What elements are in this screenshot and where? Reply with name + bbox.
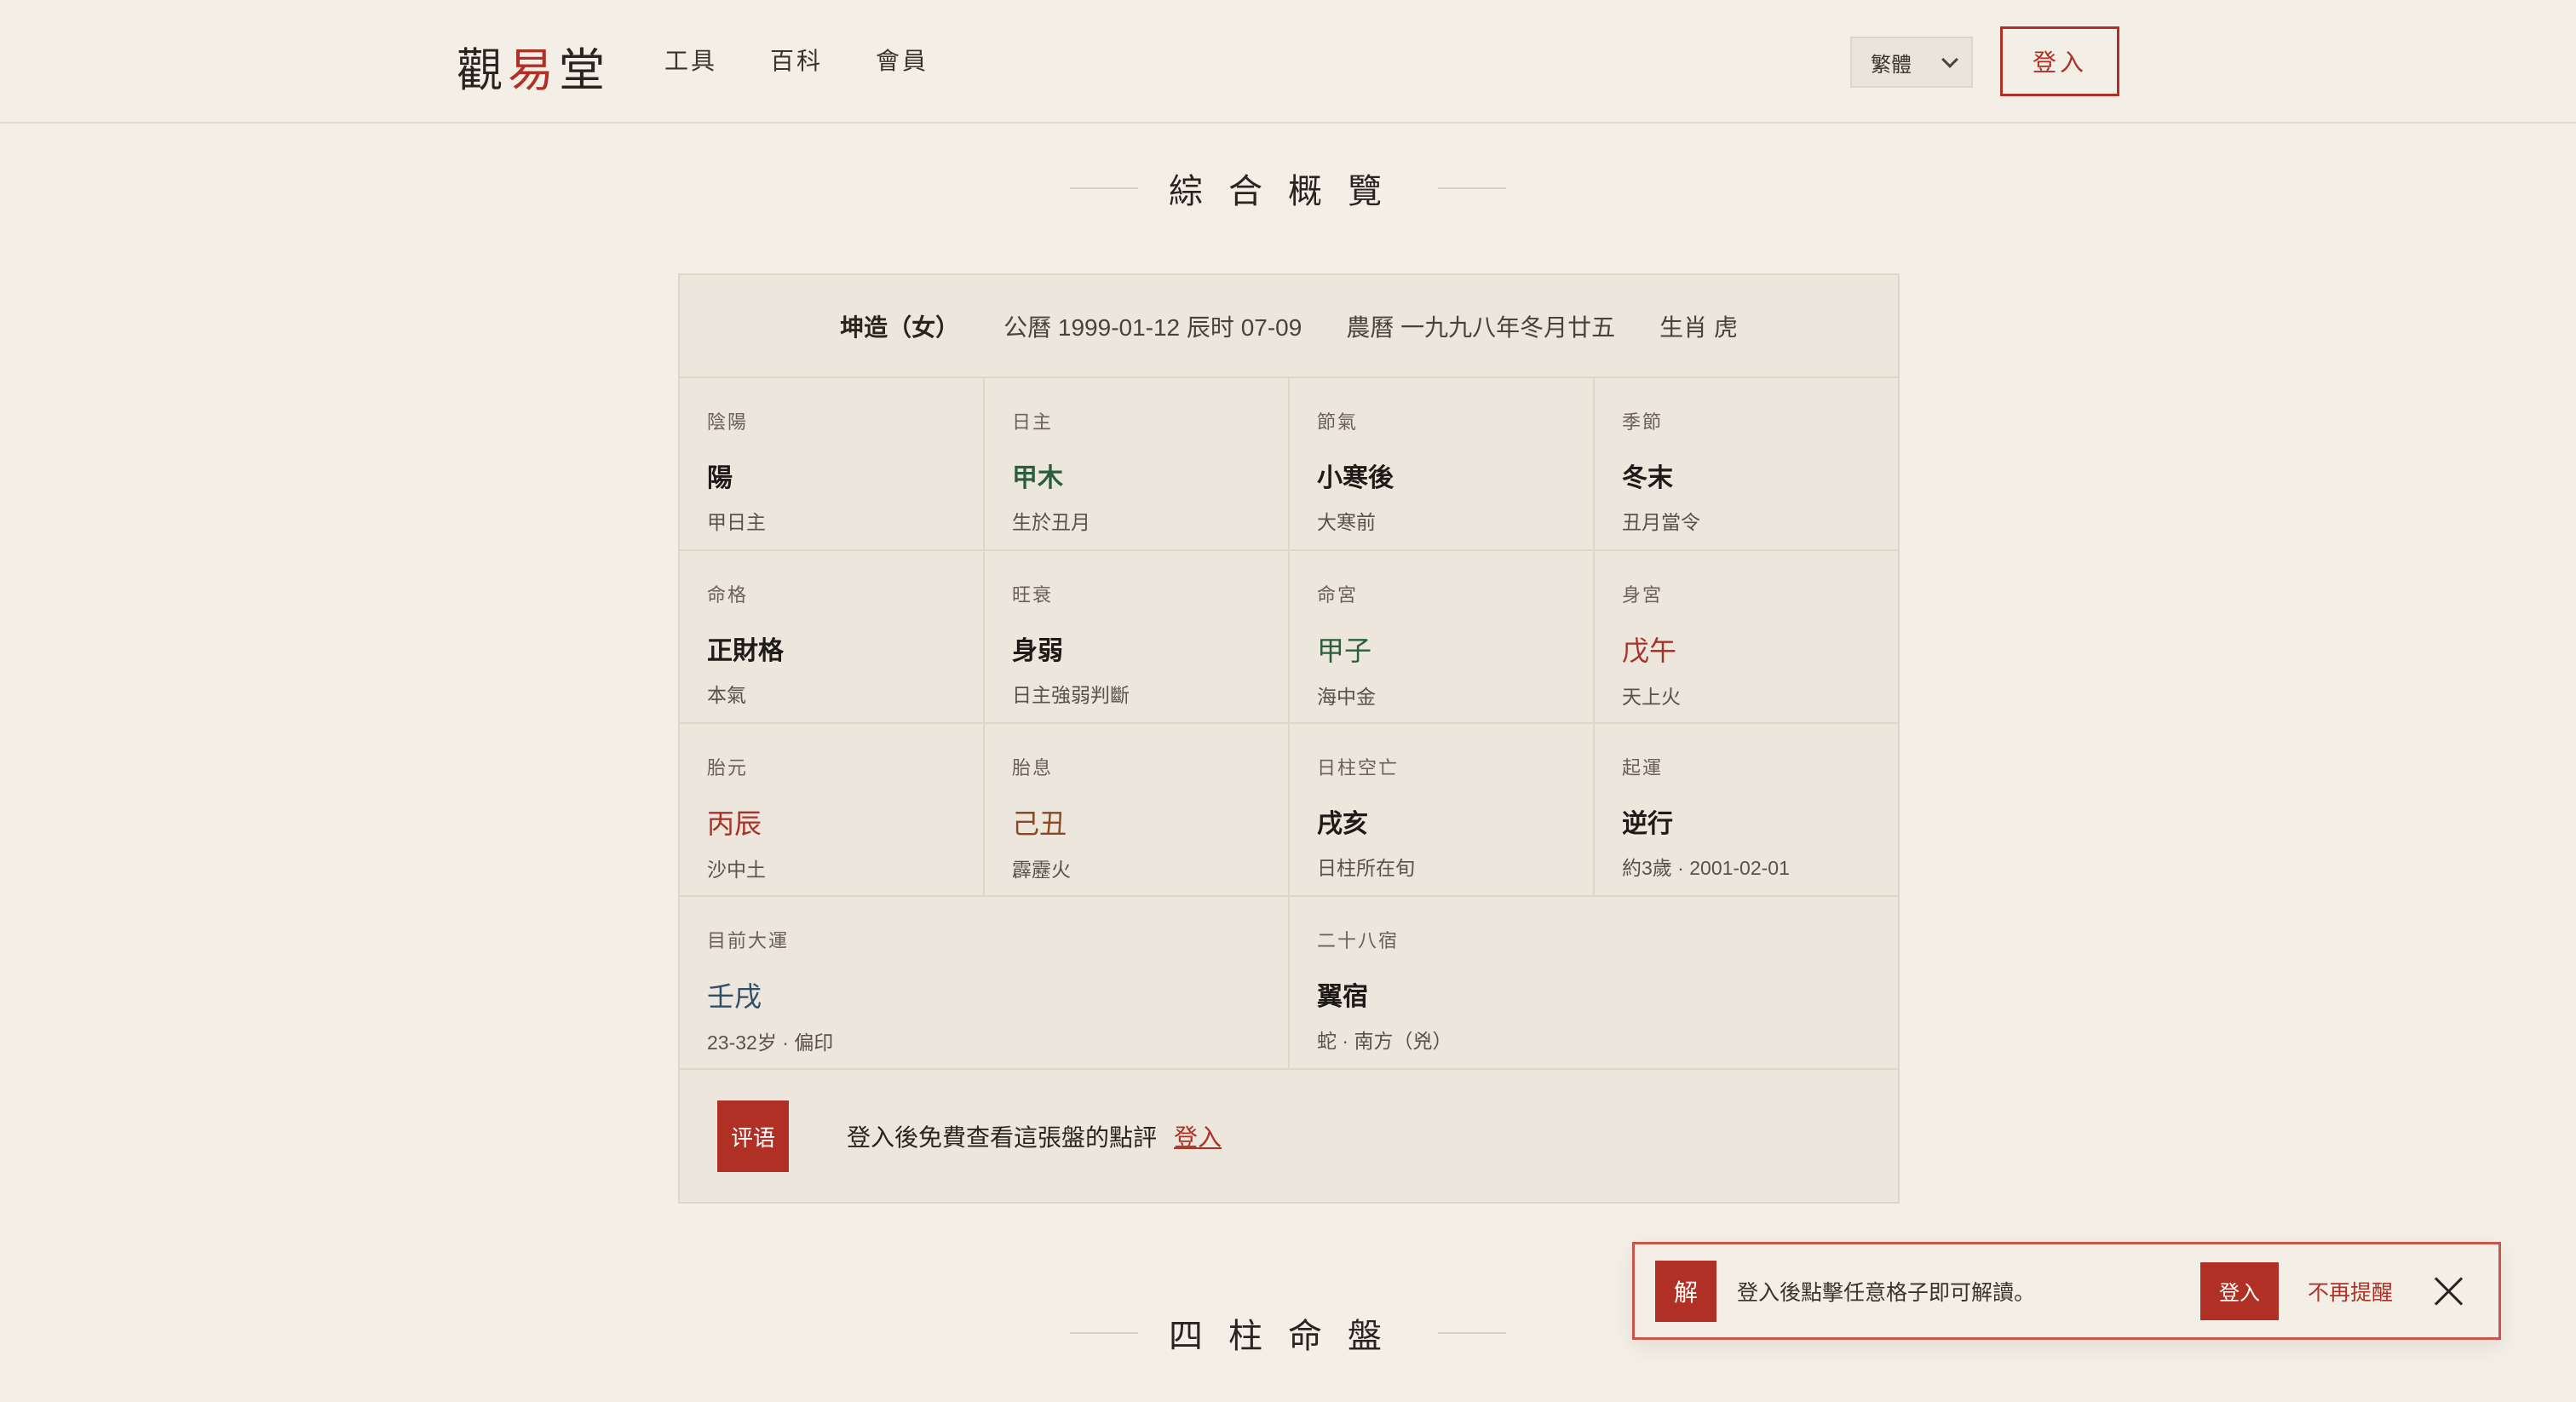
- cell-day-master[interactable]: 日主 甲木 生於丑月: [985, 378, 1290, 549]
- cell-fetal-breath[interactable]: 胎息 己丑 霹靂火: [985, 724, 1290, 895]
- grid-row-1: 陰陽 陽 甲日主 日主 甲木 生於丑月 節氣 小寒後 大寒前 季節 冬末 丑月當…: [680, 378, 1898, 551]
- cell-sub: 日柱所在旬: [1317, 857, 1415, 879]
- title-divider-left: [1070, 187, 1138, 189]
- cell-sub: 丑月當令: [1622, 511, 1700, 533]
- section-title-four-pillars-text: 四柱命盤: [1169, 1317, 1407, 1355]
- grid-row-3: 胎元 丙辰 沙中土 胎息 己丑 霹靂火 日柱空亡 戌亥 日柱所在旬 起運 逆行 …: [680, 724, 1898, 897]
- cell-solar-term[interactable]: 節氣 小寒後 大寒前: [1290, 378, 1595, 549]
- comment-tag: 评语: [717, 1100, 789, 1172]
- toast-badge: 解: [1655, 1260, 1716, 1322]
- cell-value: 身弱: [1012, 637, 1063, 665]
- nav-membership[interactable]: 會員: [876, 43, 929, 77]
- cell-value: 冬末: [1622, 464, 1673, 492]
- summary-zodiac: 生肖 虎: [1659, 313, 1738, 341]
- cell-sub: 約3歲 · 2001-02-01: [1622, 857, 1790, 879]
- cell-value: 丙辰: [707, 808, 762, 839]
- cell-season[interactable]: 季節 冬末 丑月當令: [1595, 378, 1898, 549]
- cell-sub: 霹靂火: [1012, 859, 1071, 881]
- cell-value: 逆行: [1622, 810, 1673, 838]
- top-header: 觀易堂 工具 百科 會員 繁體 登入: [0, 0, 2576, 124]
- cell-value: 壬戌: [707, 981, 762, 1012]
- cell-label: 日柱空亡: [1317, 757, 1400, 779]
- comment-login-link[interactable]: 登入: [1174, 1119, 1222, 1153]
- cell-sub: 日主強弱判斷: [1012, 684, 1130, 706]
- cell-sub: 大寒前: [1317, 511, 1376, 533]
- close-icon[interactable]: [2434, 1276, 2464, 1307]
- cell-label: 命宮: [1317, 584, 1359, 606]
- cell-sub: 海中金: [1317, 686, 1376, 708]
- cell-sub: 23-32岁 · 偏印: [707, 1031, 834, 1054]
- cell-fetal-origin[interactable]: 胎元 丙辰 沙中土: [680, 724, 985, 895]
- cell-value: 陽: [707, 464, 733, 492]
- main-nav: 工具 百科 會員: [664, 43, 929, 77]
- cell-sub: 生於丑月: [1012, 511, 1090, 533]
- title-divider-right: [1438, 1332, 1506, 1334]
- logo-char-2: 易: [508, 45, 559, 96]
- title-divider-left: [1070, 1332, 1138, 1334]
- header-login-button[interactable]: 登入: [2000, 26, 2119, 96]
- comment-row: 评语 登入後免費查看這張盤的點評 登入: [680, 1070, 1898, 1203]
- cell-strength[interactable]: 旺衰 身弱 日主強弱判斷: [985, 551, 1290, 722]
- cell-label: 旺衰: [1012, 584, 1054, 606]
- title-divider-right: [1438, 187, 1506, 189]
- logo-char-3: 堂: [559, 45, 610, 96]
- cell-body-palace[interactable]: 身宮 戊午 天上火: [1595, 551, 1898, 722]
- grid-row-2: 命格 正財格 本氣 旺衰 身弱 日主強弱判斷 命宮 甲子 海中金 身宮 戊午 天…: [680, 551, 1898, 724]
- cell-label: 陰陽: [707, 411, 749, 433]
- cell-sub: 沙中土: [707, 859, 766, 881]
- nav-tools[interactable]: 工具: [664, 43, 717, 77]
- cell-label: 命格: [707, 584, 749, 606]
- cell-label: 目前大運: [707, 930, 790, 951]
- cell-label: 身宮: [1622, 584, 1664, 606]
- summary-lunar-date: 農曆 一九九八年冬月廿五: [1346, 313, 1616, 341]
- cell-label: 季節: [1622, 411, 1664, 433]
- login-hint-toast: 解 登入後點擊任意格子即可解讀。 登入 不再提醒: [1632, 1242, 2501, 1340]
- grid-row-4: 目前大運 壬戌 23-32岁 · 偏印 二十八宿 翼宿 蛇 · 南方（兇）: [680, 897, 1898, 1070]
- cell-sub: 蛇 · 南方（兇）: [1317, 1030, 1452, 1052]
- cell-lunar-mansion[interactable]: 二十八宿 翼宿 蛇 · 南方（兇）: [1290, 897, 1898, 1068]
- language-select[interactable]: 繁體: [1850, 37, 1973, 88]
- chevron-down-icon: [1941, 51, 1958, 68]
- cell-value: 戌亥: [1317, 810, 1368, 838]
- cell-label: 節氣: [1317, 411, 1359, 433]
- overview-card: 坤造（女） 公曆 1999-01-12 辰时 07-09 農曆 一九九八年冬月廿…: [678, 273, 1900, 1204]
- toast-dismiss-link[interactable]: 不再提醒: [2308, 1276, 2393, 1307]
- cell-label: 胎息: [1012, 757, 1054, 779]
- summary-solar-date: 公曆 1999-01-12 辰时 07-09: [1003, 313, 1302, 341]
- cell-value: 甲木: [1012, 464, 1063, 492]
- cell-value: 戊午: [1622, 635, 1677, 666]
- toast-message: 登入後點擊任意格子即可解讀。: [1737, 1280, 2036, 1305]
- cell-sub: 天上火: [1622, 686, 1681, 708]
- cell-destiny-pattern[interactable]: 命格 正財格 本氣: [680, 551, 985, 722]
- cell-yin-yang[interactable]: 陰陽 陽 甲日主: [680, 378, 985, 549]
- cell-value: 己丑: [1012, 808, 1067, 839]
- cell-void[interactable]: 日柱空亡 戌亥 日柱所在旬: [1290, 724, 1595, 895]
- cell-life-palace[interactable]: 命宮 甲子 海中金: [1290, 551, 1595, 722]
- cell-label: 起運: [1622, 757, 1664, 779]
- logo-char-1: 觀: [457, 45, 508, 96]
- language-select-value: 繁體: [1871, 53, 1912, 77]
- cell-value: 小寒後: [1317, 464, 1394, 492]
- cell-sub: 甲日主: [707, 511, 766, 533]
- cell-label: 胎元: [707, 757, 749, 779]
- cell-current-luck[interactable]: 目前大運 壬戌 23-32岁 · 偏印: [680, 897, 1290, 1068]
- cell-sub: 本氣: [707, 684, 746, 706]
- cell-value: 正財格: [707, 637, 784, 665]
- toast-login-button[interactable]: 登入: [2199, 1261, 2279, 1320]
- cell-value: 甲子: [1317, 635, 1372, 666]
- summary-gender: 坤造（女）: [840, 313, 960, 341]
- comment-text: 登入後免費查看這張盤的點評: [847, 1124, 1158, 1151]
- site-logo[interactable]: 觀易堂: [457, 32, 610, 100]
- section-title-overview-text: 綜合概覽: [1169, 172, 1407, 210]
- cell-label: 二十八宿: [1317, 930, 1400, 951]
- nav-encyclopedia[interactable]: 百科: [770, 43, 823, 77]
- cell-label: 日主: [1012, 411, 1054, 433]
- cell-value: 翼宿: [1317, 983, 1368, 1011]
- birth-summary: 坤造（女） 公曆 1999-01-12 辰时 07-09 農曆 一九九八年冬月廿…: [680, 275, 1898, 378]
- cell-luck-start[interactable]: 起運 逆行 約3歲 · 2001-02-01: [1595, 724, 1898, 895]
- section-title-overview: 綜合概覽: [0, 164, 2576, 213]
